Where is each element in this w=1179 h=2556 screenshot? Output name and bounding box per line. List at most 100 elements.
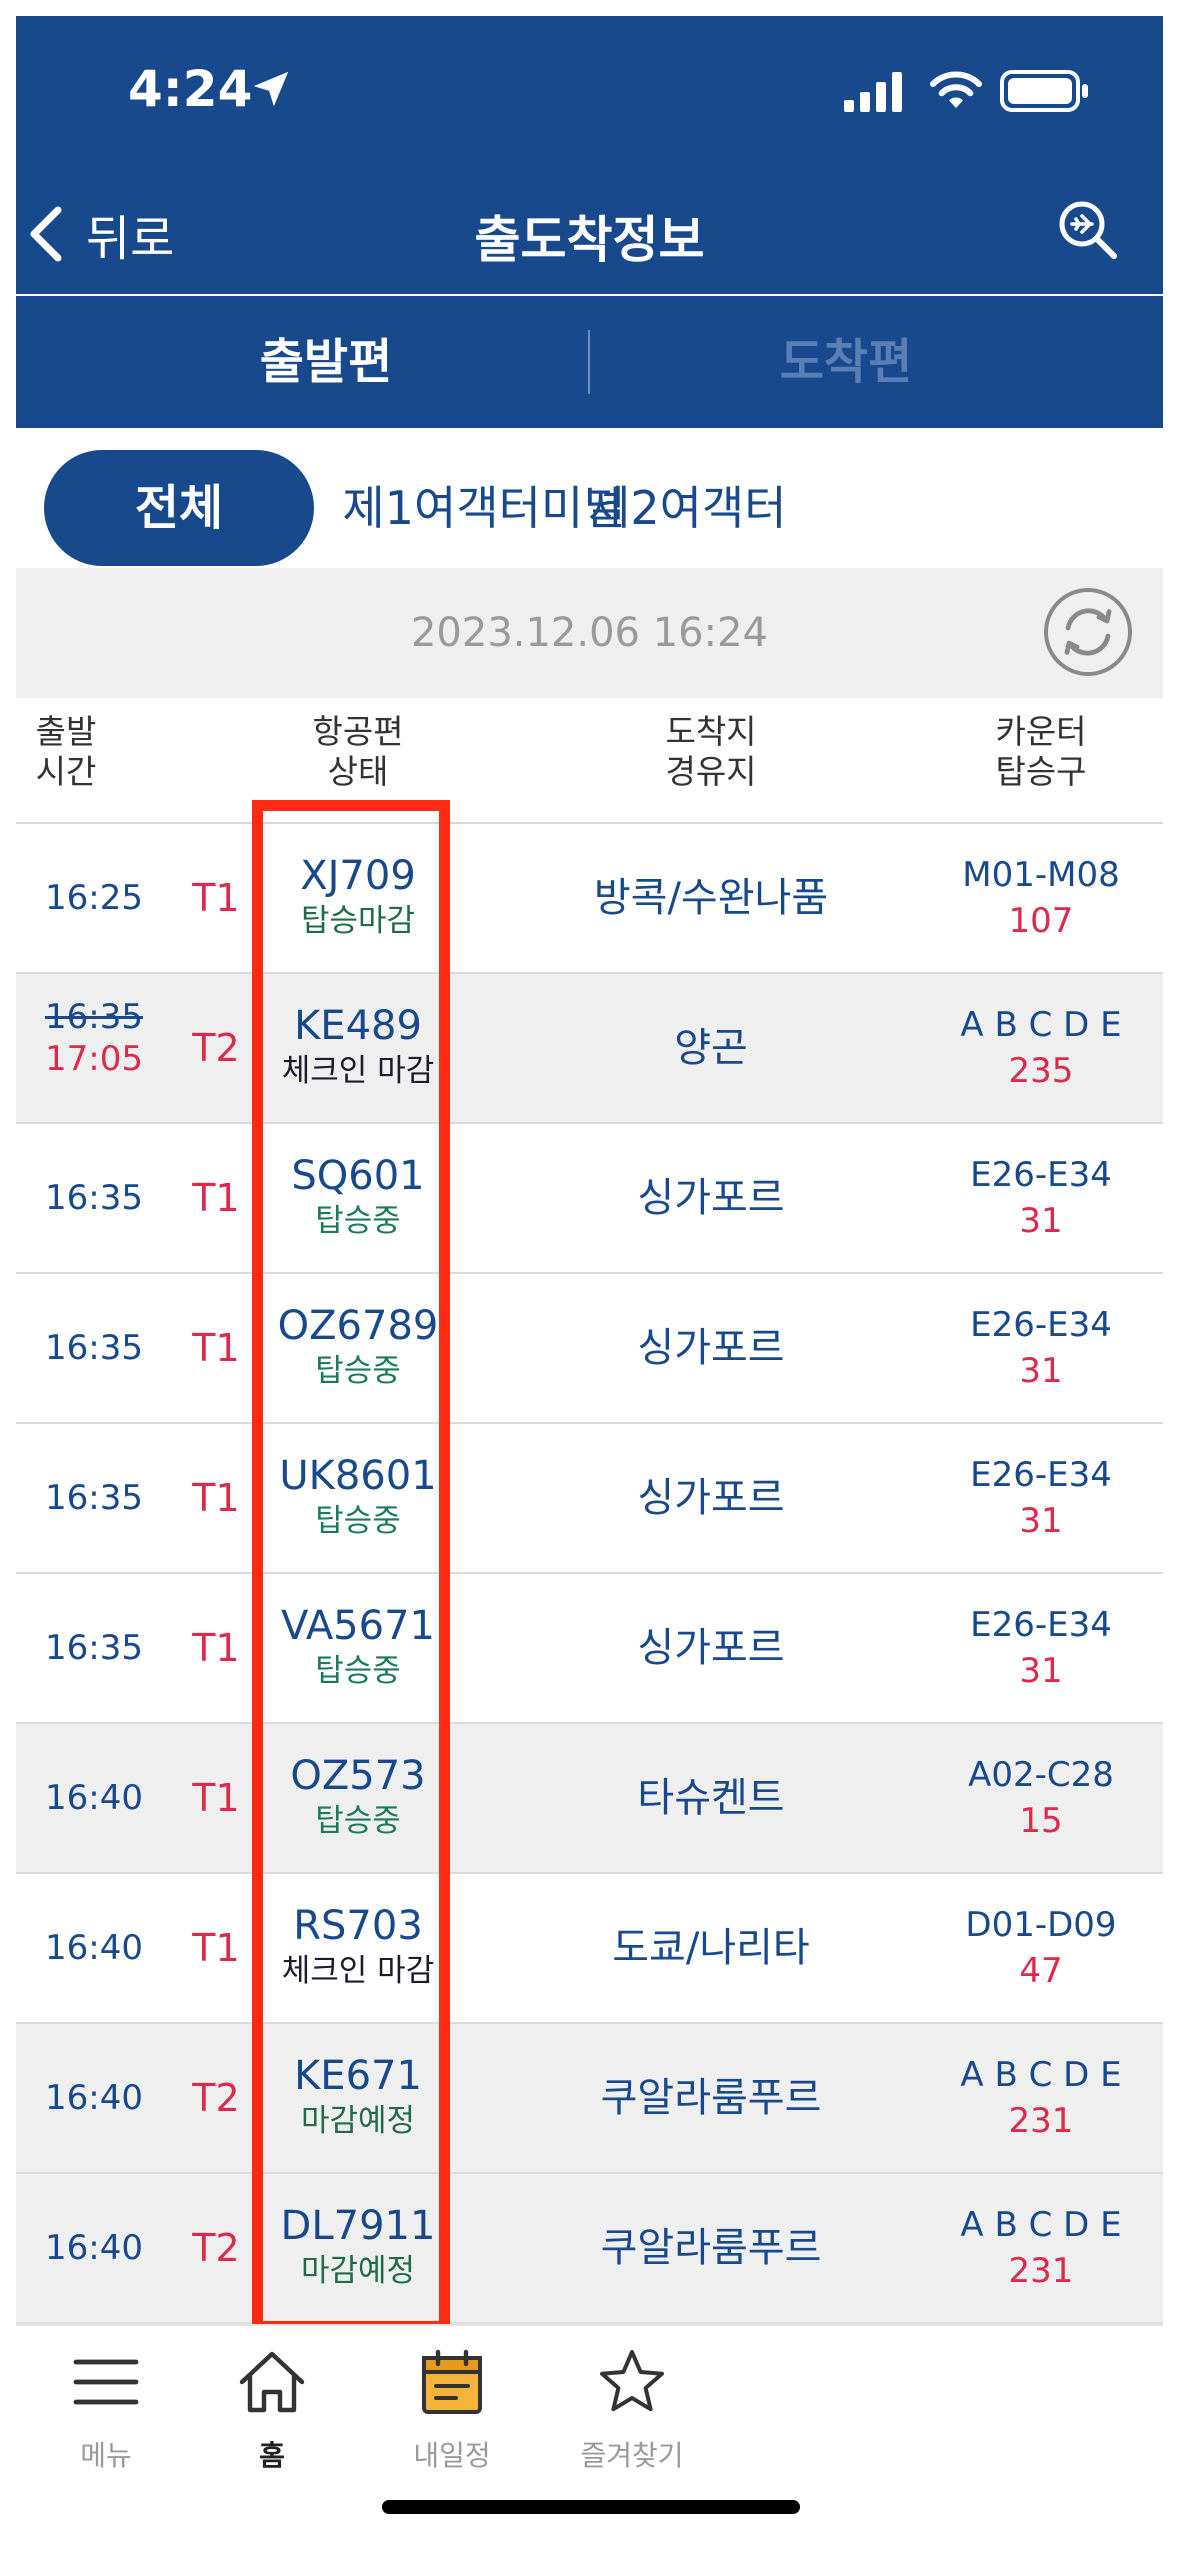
counter-gate: E26-E34 31	[916, 1452, 1163, 1544]
header-dest-line1: 도착지	[665, 712, 757, 751]
flight-search-icon[interactable]	[1056, 198, 1120, 262]
filter-terminal-2[interactable]: 제2여객터	[588, 450, 787, 566]
checkin-counter: A B C D E	[960, 2205, 1122, 2245]
header-counter: 카운터 탑승구	[916, 712, 1163, 792]
flight-row[interactable]: 16:35 T1 VA5671 탑승중 싱가포르 E26-E34 31	[16, 1574, 1163, 1724]
departure-time: 16:35	[45, 1328, 143, 1368]
checkin-counter: E26-E34	[970, 1155, 1112, 1195]
table-header: 출발 시간 항공편 상태 도착지 경유지 카운터 탑승구	[16, 698, 1163, 824]
departure-time: 16:35	[45, 1178, 143, 1218]
flight-row[interactable]: 16:35 T1 OZ6789 탑승중 싱가포르 E26-E34 31	[16, 1274, 1163, 1424]
destination: 쿠알라룸푸르	[600, 2225, 822, 2271]
terminal-filter: 전체 제1여객터미널 제2여객터	[16, 428, 1163, 568]
status-time: 4:24	[128, 60, 253, 118]
checkin-counter: A02-C28	[968, 1755, 1114, 1795]
top-bar: 4:24 뒤로 출도착정보	[16, 16, 1163, 294]
departure-time: 16:35	[45, 1478, 143, 1518]
boarding-gate: 31	[1019, 1501, 1063, 1541]
counter-gate: E26-E34 31	[916, 1152, 1163, 1244]
destination: 쿠알라룸푸르	[600, 2075, 822, 2121]
counter-gate: A02-C28 15	[916, 1752, 1163, 1844]
updated-at: 2023.12.06 16:24	[410, 610, 768, 656]
tab-favorites[interactable]: 즐겨찾기	[512, 2346, 752, 2474]
flight-row[interactable]: 16:25 T1 XJ709 탑승마감 방콕/수완나품 M01-M08 107	[16, 824, 1163, 974]
home-icon	[239, 2351, 305, 2413]
header-counter-line1: 카운터	[995, 712, 1087, 751]
destination: 싱가포르	[637, 1325, 785, 1371]
flight-row[interactable]: 16:35 T1 SQ601 탑승중 싱가포르 E26-E34 31	[16, 1124, 1163, 1274]
boarding-gate: 31	[1019, 1651, 1063, 1691]
destination: 타슈켄트	[637, 1775, 785, 1821]
counter-gate: A B C D E 231	[916, 2202, 1163, 2294]
flight-row[interactable]: 16:35 T1 UK8601 탑승중 싱가포르 E26-E34 31	[16, 1424, 1163, 1574]
boarding-gate: 107	[1008, 901, 1074, 941]
departure-time: 16:40	[45, 1778, 143, 1818]
destination: 양곤	[674, 1025, 748, 1071]
checkin-counter: M01-M08	[962, 855, 1120, 895]
refresh-icon[interactable]	[1042, 586, 1134, 678]
counter-gate: A B C D E 231	[916, 2052, 1163, 2144]
header-dest-line2: 경유지	[665, 752, 757, 791]
highlight-box	[252, 800, 450, 2332]
departure-time: 16:35 17:05	[34, 996, 154, 1080]
changed-time: 17:05	[45, 1039, 143, 1079]
header-dest: 도착지 경유지	[486, 712, 936, 792]
boarding-gate: 31	[1019, 1201, 1063, 1241]
header-flight-line1: 항공편	[312, 712, 404, 751]
destination: 도쿄/나리타	[612, 1925, 810, 1971]
calendar-icon	[422, 2349, 482, 2414]
checkin-counter: E26-E34	[970, 1455, 1112, 1495]
wifi-icon	[930, 71, 982, 108]
flight-row[interactable]: 16:40 T2 KE671 마감예정 쿠알라룸푸르 A B C D E 231	[16, 2024, 1163, 2174]
departure-time: 16:35	[45, 1628, 143, 1668]
boarding-gate: 231	[1008, 2251, 1074, 2291]
header-time-line2: 시간	[35, 752, 97, 791]
boarding-gate: 31	[1019, 1351, 1063, 1391]
star-icon	[600, 2350, 664, 2412]
header-counter-line2: 탑승구	[995, 752, 1087, 791]
checkin-counter: D01-D09	[965, 1905, 1117, 1945]
header-flight-line2: 상태	[327, 752, 389, 791]
flight-row[interactable]: 16:35 17:05 T2 KE489 체크인 마감 양곤 A B C D E…	[16, 974, 1163, 1124]
flight-row[interactable]: 16:40 T2 DL7911 마감예정 쿠알라룸푸르 A B C D E 23…	[16, 2174, 1163, 2324]
destination: 싱가포르	[637, 1475, 785, 1521]
battery-icon	[1000, 70, 1088, 112]
counter-gate: A B C D E 235	[916, 1002, 1163, 1094]
header-time-line1: 출발	[35, 712, 97, 751]
cellular-signal-icon	[844, 72, 902, 112]
destination: 싱가포르	[637, 1175, 785, 1221]
counter-gate: M01-M08 107	[916, 852, 1163, 944]
header-flight: 항공편 상태	[238, 712, 478, 792]
scheduled-time: 16:35	[45, 997, 143, 1037]
destination: 방콕/수완나품	[593, 875, 829, 921]
counter-gate: E26-E34 31	[916, 1602, 1163, 1694]
location-arrow-icon	[253, 71, 289, 107]
boarding-gate: 15	[1019, 1801, 1063, 1841]
menu-icon	[73, 2359, 139, 2405]
update-time-bar: 2023.12.06 16:24	[16, 568, 1163, 698]
page-title: 출도착정보	[474, 211, 705, 269]
tab-arrivals[interactable]: 도착편	[586, 296, 1106, 428]
destination: 싱가포르	[637, 1625, 785, 1671]
checkin-counter: E26-E34	[970, 1305, 1112, 1345]
departure-time: 16:40	[45, 2078, 143, 2118]
tab-favorites-label: 즐겨찾기	[580, 2439, 684, 2472]
checkin-counter: A B C D E	[960, 2055, 1122, 2095]
flight-row[interactable]: 16:40 T1 RS703 체크인 마감 도쿄/나리타 D01-D09 47	[16, 1874, 1163, 2024]
checkin-counter: E26-E34	[970, 1605, 1112, 1645]
departure-time: 16:40	[45, 1928, 143, 1968]
boarding-gate: 231	[1008, 2101, 1074, 2141]
counter-gate: D01-D09 47	[916, 1902, 1163, 1994]
home-indicator	[382, 2500, 800, 2514]
header-time: 출발 시간	[16, 712, 116, 792]
departure-time: 16:25	[45, 878, 143, 918]
direction-tabs: 출발편 도착편	[16, 296, 1163, 428]
flight-row[interactable]: 16:40 T1 OZ573 탑승중 타슈켄트 A02-C28 15	[16, 1724, 1163, 1874]
app-frame: 4:24 뒤로 출도착정보 출발편 도착편 전체 제1여객터미널 제2여객터 2…	[16, 16, 1163, 2540]
departure-time: 16:40	[45, 2228, 143, 2268]
boarding-gate: 235	[1008, 1051, 1074, 1091]
tab-departures[interactable]: 출발편	[66, 296, 586, 428]
counter-gate: E26-E34 31	[916, 1302, 1163, 1394]
boarding-gate: 47	[1019, 1951, 1063, 1991]
checkin-counter: A B C D E	[960, 1005, 1122, 1045]
